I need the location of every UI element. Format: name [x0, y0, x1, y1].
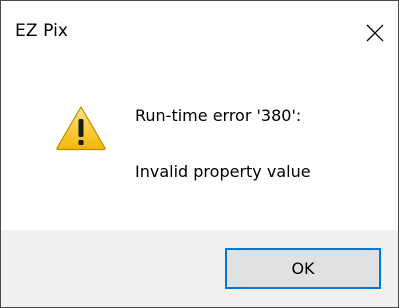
message-box-dialog: EZ Pix Run-time error '380': Invalid pro… [0, 0, 399, 308]
ok-button[interactable]: OK [225, 248, 381, 289]
error-description-text: Invalid property value [135, 162, 311, 181]
close-icon [366, 24, 384, 41]
message-area: Run-time error '380': Invalid property v… [1, 64, 398, 230]
close-button[interactable] [352, 1, 398, 64]
window-title: EZ Pix [15, 21, 69, 41]
error-code-text: Run-time error '380': [135, 106, 302, 125]
title-bar[interactable]: EZ Pix [1, 1, 398, 64]
warning-icon [56, 106, 106, 151]
button-bar: OK [1, 230, 398, 307]
